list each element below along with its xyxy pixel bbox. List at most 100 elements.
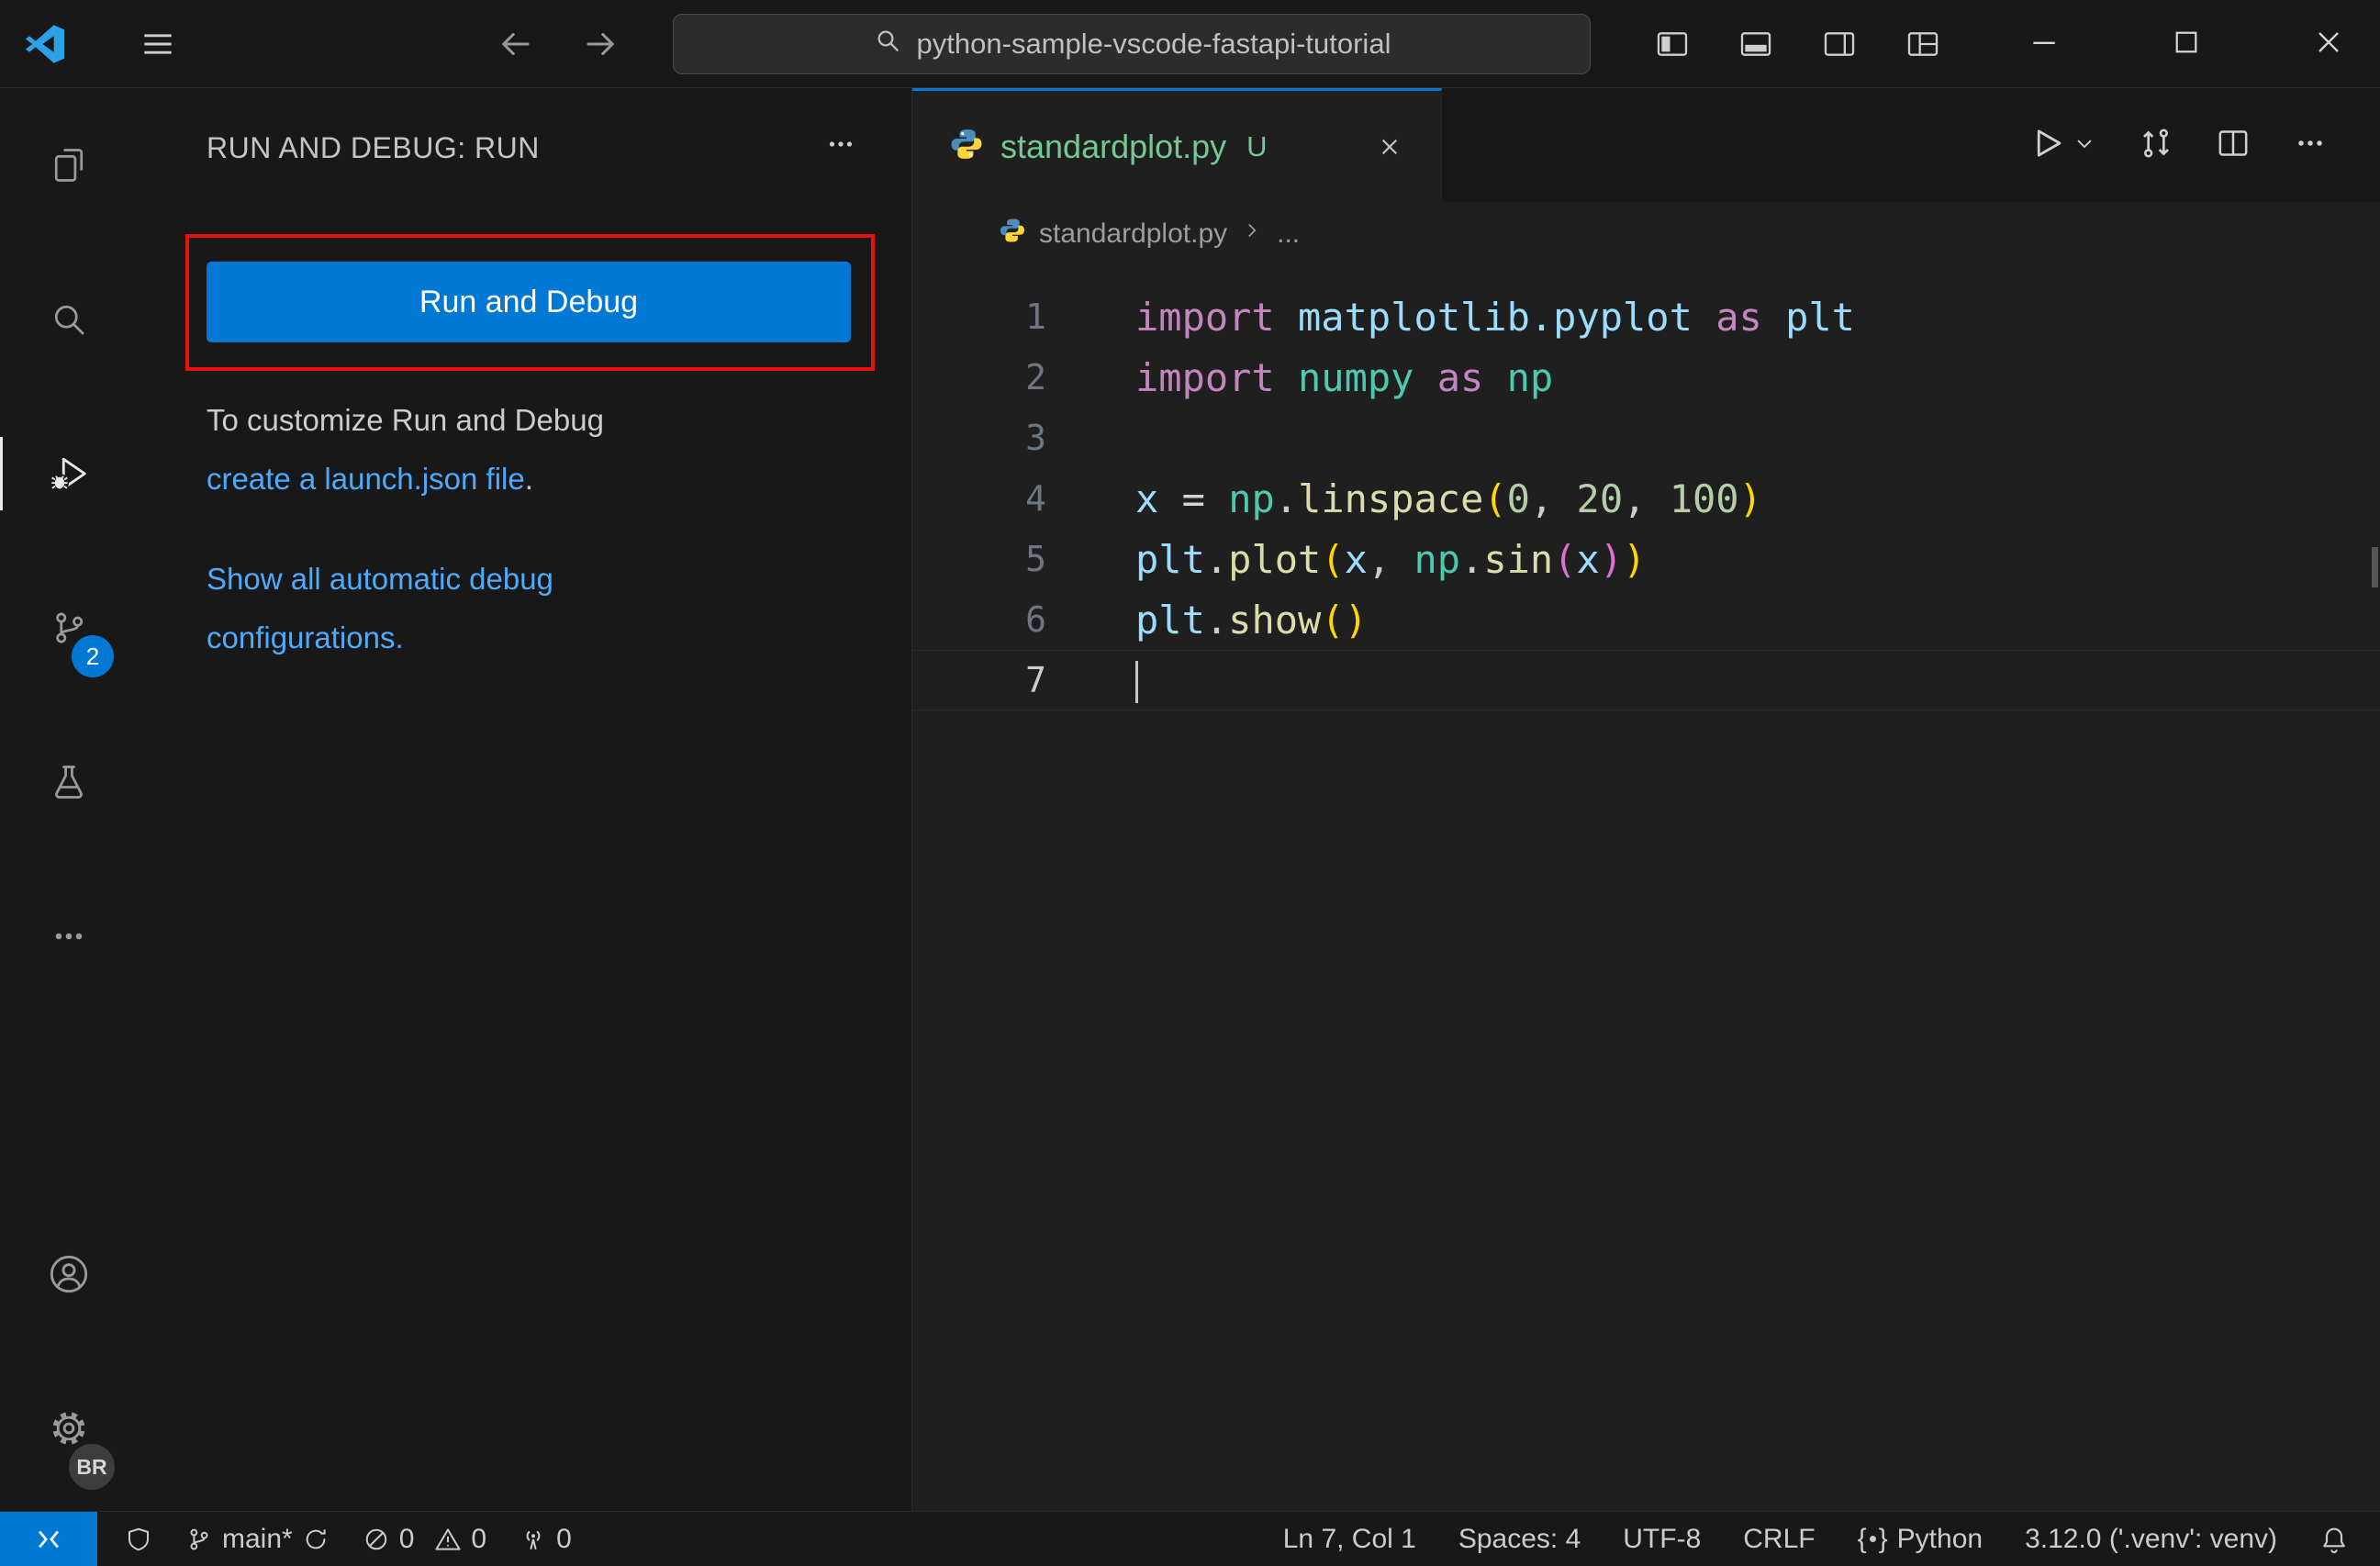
link-text-line2: configurations. xyxy=(207,621,404,654)
search-icon xyxy=(54,305,84,335)
warning-count: 0 xyxy=(471,1523,487,1554)
python-file-icon xyxy=(949,127,984,166)
encoding-button[interactable]: UTF-8 xyxy=(1623,1524,1701,1555)
line-number[interactable]: 3 xyxy=(912,418,1046,458)
more-actions-icon[interactable] xyxy=(2292,125,2329,166)
python-interpreter-button[interactable]: 3.12.0 ('.venv': venv) xyxy=(2025,1524,2277,1555)
run-dropdown-chevron-icon[interactable] xyxy=(2072,130,2097,161)
show-all-paragraph: Show all automatic debug configurations. xyxy=(207,550,794,667)
views-more-actions-icon[interactable] xyxy=(823,127,858,169)
ellipsis-icon xyxy=(55,933,83,940)
tab-close-icon[interactable] xyxy=(1375,132,1404,162)
title-bar: python-sample-vscode-fastapi-tutorial xyxy=(0,0,2380,88)
toggle-panel-icon[interactable] xyxy=(1738,26,1774,67)
breadcrumb-file[interactable]: standardplot.py xyxy=(1039,218,1227,250)
eol-button[interactable]: CRLF xyxy=(1743,1524,1815,1555)
python-file-icon xyxy=(999,217,1026,252)
activity-source-control[interactable]: 2 xyxy=(0,551,138,705)
run-and-debug-button[interactable]: Run and Debug xyxy=(207,262,851,342)
line-number[interactable]: 2 xyxy=(912,357,1046,397)
layout-controls xyxy=(1654,26,1941,67)
command-center-search[interactable]: python-sample-vscode-fastapi-tutorial xyxy=(673,14,1591,74)
code-line[interactable]: 3 xyxy=(912,408,2380,468)
status-right: Ln 7, Col 1 Spaces: 4 UTF-8 CRLF {} Pyth… xyxy=(1283,1524,2380,1555)
line-number[interactable]: 1 xyxy=(912,296,1046,337)
create-launch-json-link[interactable]: create a launch.json file xyxy=(207,462,525,496)
line-number[interactable]: 4 xyxy=(912,478,1046,519)
code-text: import matplotlib.pyplot as plt xyxy=(1135,294,1855,340)
code-lines: 1 import matplotlib.pyplot as plt 2 import … xyxy=(912,286,2380,710)
problems-button[interactable]: 0 0 xyxy=(363,1524,486,1555)
code-line[interactable]: 5 plt.plot(x, np.sin(x)) xyxy=(912,529,2380,589)
line-number[interactable]: 5 xyxy=(912,539,1046,579)
customize-text: To customize Run and Debug xyxy=(207,403,604,437)
git-branch-button[interactable]: main* xyxy=(185,1524,330,1555)
forward-arrow-icon[interactable] xyxy=(582,25,620,68)
activity-explorer[interactable] xyxy=(0,88,138,242)
run-debug-icon xyxy=(50,457,86,493)
activity-bar: 2 BR xyxy=(0,88,138,1511)
activity-accounts[interactable] xyxy=(0,1197,138,1351)
editor-group: standardplot.py U standardplot.py ... 1 … xyxy=(912,88,2380,1511)
code-line[interactable]: 1 import matplotlib.pyplot as plt xyxy=(912,286,2380,347)
activity-run-and-debug[interactable] xyxy=(0,397,138,551)
ports-count: 0 xyxy=(556,1523,572,1554)
chevron-right-icon xyxy=(1240,218,1264,250)
ports-button[interactable]: 0 xyxy=(520,1524,572,1555)
activity-search[interactable] xyxy=(0,242,138,397)
run-button[interactable] xyxy=(2028,124,2066,167)
code-text: import numpy as np xyxy=(1135,354,1554,400)
menu-icon[interactable] xyxy=(138,24,178,69)
open-changes-icon[interactable] xyxy=(2138,125,2174,166)
toggle-primary-sidebar-icon[interactable] xyxy=(1654,26,1691,67)
activity-settings[interactable]: BR xyxy=(0,1351,138,1505)
customize-paragraph: To customize Run and Debug create a laun… xyxy=(207,391,794,509)
toggle-secondary-sidebar-icon[interactable] xyxy=(1821,26,1858,67)
language-mode-button[interactable]: {} Python xyxy=(1858,1524,1983,1555)
activity-testing[interactable] xyxy=(0,705,138,859)
customize-suffix: . xyxy=(524,462,533,496)
notifications-bell[interactable] xyxy=(2319,1525,2349,1554)
run-python-file-group xyxy=(2028,124,2097,167)
code-line[interactable]: 7 xyxy=(912,650,2380,710)
show-all-configurations-link[interactable]: Show all automatic debug configurations. xyxy=(207,562,553,654)
activity-more-views[interactable] xyxy=(0,859,138,1013)
back-arrow-icon[interactable] xyxy=(496,25,534,68)
code-line[interactable]: 6 plt.show() xyxy=(912,589,2380,650)
maximize-icon[interactable] xyxy=(2169,25,2204,64)
workspace-trust-button[interactable] xyxy=(125,1526,152,1553)
customize-layout-icon[interactable] xyxy=(1905,26,1941,67)
split-editor-icon[interactable] xyxy=(2215,125,2252,166)
text-cursor xyxy=(1135,661,1138,704)
indentation-button[interactable]: Spaces: 4 xyxy=(1458,1524,1581,1555)
code-line[interactable]: 4 x = np.linspace(0, 20, 100) xyxy=(912,468,2380,529)
main-area: 2 BR RUN AND DEBUG: RUN Run and Debug To… xyxy=(0,88,2380,1511)
error-count: 0 xyxy=(398,1523,415,1554)
link-text-line1: Show all automatic debug xyxy=(207,562,553,596)
bell-icon xyxy=(2323,1527,2345,1553)
code-text: plt.show() xyxy=(1135,597,1368,643)
breadcrumbs: standardplot.py ... xyxy=(912,202,2380,266)
code-line[interactable]: 2 import numpy as np xyxy=(912,347,2380,408)
editor-actions xyxy=(2028,88,2380,202)
remote-icon xyxy=(39,1530,59,1548)
vscode-logo xyxy=(24,23,66,70)
status-left: main* 0 0 0 xyxy=(125,1524,572,1555)
remote-indicator[interactable] xyxy=(0,1512,97,1566)
line-number[interactable]: 6 xyxy=(912,599,1046,640)
line-number[interactable]: 7 xyxy=(912,660,1046,700)
minimize-icon[interactable] xyxy=(2026,24,2062,65)
braces-icon: {} xyxy=(1857,1523,1888,1554)
vscode-window: python-sample-vscode-fastapi-tutorial 2 … xyxy=(0,0,2380,1566)
tab-bar: standardplot.py U xyxy=(912,88,2380,202)
breadcrumb-more[interactable]: ... xyxy=(1277,218,1300,250)
close-icon[interactable] xyxy=(2310,24,2347,65)
tab-modified-indicator: U xyxy=(1246,129,1268,162)
branch-name: main* xyxy=(222,1523,293,1554)
error-icon xyxy=(365,1528,386,1549)
code-editor[interactable]: 1 import matplotlib.pyplot as plt 2 import … xyxy=(912,266,2380,1511)
command-center-text: python-sample-vscode-fastapi-tutorial xyxy=(916,28,1391,60)
tab-standardplot[interactable]: standardplot.py U xyxy=(912,88,1442,202)
cursor-position-button[interactable]: Ln 7, Col 1 xyxy=(1283,1524,1416,1555)
source-control-badge: 2 xyxy=(72,635,114,677)
